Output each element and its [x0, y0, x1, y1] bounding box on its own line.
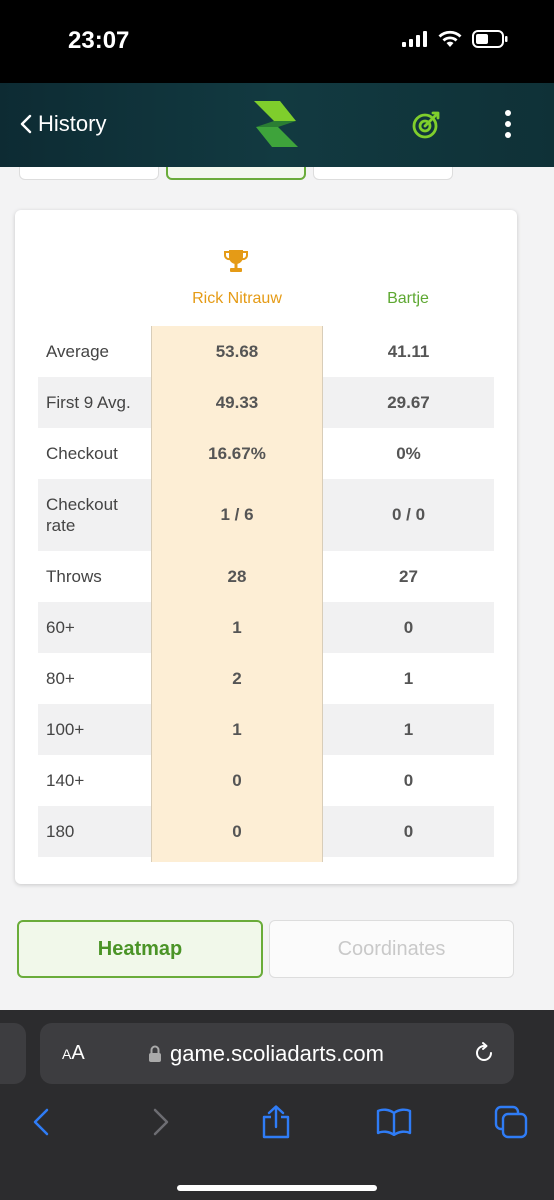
- reload-icon[interactable]: [472, 1041, 496, 1065]
- battery-icon: [472, 30, 508, 48]
- chevron-left-icon: [33, 1108, 49, 1136]
- scolia-logo-icon: [254, 101, 298, 147]
- player2-value: 0: [403, 770, 414, 790]
- player2-value: 27: [399, 566, 418, 586]
- player2-value: 29.67: [387, 392, 430, 412]
- back-button[interactable]: [19, 1100, 63, 1144]
- aa-large: A: [71, 1042, 85, 1064]
- url-display: game.scoliadarts.com: [148, 1041, 384, 1067]
- stat-label: 100+: [46, 720, 85, 739]
- stat-label: Average: [46, 342, 110, 361]
- stat-label: Throws: [46, 567, 102, 586]
- player1-value: 1: [232, 719, 242, 739]
- share-button[interactable]: [254, 1100, 298, 1144]
- player2-name: Bartje: [387, 290, 429, 307]
- player1-value: 2: [232, 668, 242, 688]
- cellular-signal-icon: [402, 31, 427, 47]
- stat-label: 180: [46, 822, 75, 841]
- address-bar[interactable]: AA game.scoliadarts.com: [40, 1023, 514, 1084]
- player1-value: 28: [227, 566, 247, 586]
- player2-value: 0%: [396, 443, 421, 463]
- tab-stub-active[interactable]: [166, 167, 306, 180]
- player1-value: 1: [232, 617, 242, 637]
- chevron-left-icon: [20, 114, 32, 134]
- player2-value: 0: [403, 821, 414, 841]
- stat-label: Checkout rate: [46, 495, 118, 535]
- player1-name: Rick Nitrauw: [192, 290, 282, 307]
- status-bar: 23:07: [0, 0, 554, 83]
- tab-stub-right[interactable]: [313, 167, 453, 180]
- stat-label: 140+: [46, 771, 85, 790]
- forward-button[interactable]: [139, 1100, 183, 1144]
- back-history-link[interactable]: History: [20, 111, 106, 137]
- player2-value: 0 / 0: [391, 505, 426, 524]
- player1-value: 0: [232, 821, 242, 841]
- tab-stub-left[interactable]: [19, 167, 159, 180]
- more-vertical-icon[interactable]: [497, 109, 519, 139]
- player2-value: 0: [403, 617, 414, 637]
- stat-label: Checkout: [46, 444, 118, 463]
- player1-value: 53.68: [215, 341, 259, 361]
- coordinates-button[interactable]: Coordinates: [269, 920, 514, 978]
- player1-value: 1 / 6: [220, 505, 254, 524]
- trophy-icon: [224, 250, 248, 272]
- heatmap-button[interactable]: Heatmap: [17, 920, 263, 978]
- book-icon: [376, 1108, 412, 1136]
- player2-value: 1: [403, 668, 414, 688]
- status-icons: [402, 30, 508, 48]
- player1-value: 49.33: [215, 392, 259, 412]
- bookmarks-button[interactable]: [372, 1100, 416, 1144]
- stats-card: Rick Nitrauw Bartje Average 53.68 41.11 …: [15, 210, 517, 884]
- player2-value: 1: [403, 719, 414, 739]
- lock-icon: [149, 1045, 161, 1062]
- home-indicator: [177, 1185, 377, 1191]
- browser-toolbar: [0, 1100, 554, 1144]
- previous-tab-edge[interactable]: [0, 1023, 26, 1084]
- content-area: Rick Nitrauw Bartje Average 53.68 41.11 …: [0, 167, 554, 1010]
- player1-value: 0: [232, 770, 242, 790]
- reader-settings-button[interactable]: AA: [62, 1042, 85, 1065]
- back-label: History: [38, 111, 107, 136]
- aa-small: A: [62, 1046, 72, 1062]
- status-time: 23:07: [68, 27, 130, 54]
- wifi-icon: [438, 30, 462, 47]
- stat-label: 80+: [46, 669, 75, 688]
- player2-value: 41.11: [387, 341, 430, 361]
- tabs-button[interactable]: [489, 1100, 533, 1144]
- browser-bottom-bar: AA game.scoliadarts.com: [0, 1010, 554, 1200]
- stat-label: 60+: [46, 618, 75, 637]
- player1-value: 16.67%: [208, 443, 266, 463]
- target-icon[interactable]: [410, 109, 442, 141]
- app-header: History: [0, 83, 554, 167]
- share-icon: [262, 1105, 290, 1139]
- stat-label: First 9 Avg.: [46, 393, 131, 412]
- tabs-icon: [494, 1105, 528, 1139]
- url-text: game.scoliadarts.com: [170, 1041, 384, 1066]
- chevron-right-icon: [153, 1108, 169, 1136]
